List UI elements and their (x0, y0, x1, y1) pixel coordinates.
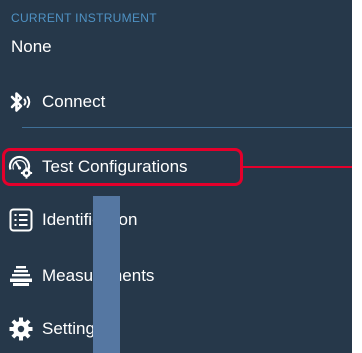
menu-divider (22, 127, 352, 128)
menu-item-connect[interactable]: Connect (0, 82, 352, 122)
scale-icon (10, 266, 32, 286)
overlay-occluder (93, 196, 120, 353)
current-instrument-panel: CURRENT INSTRUMENT None (0, 0, 352, 78)
menu-label-connect: Connect (42, 92, 106, 111)
menu-item-identification[interactable]: Identification (0, 200, 352, 240)
menu-label-identification: Identification (42, 210, 138, 229)
highlight-annotation-line (243, 166, 352, 168)
current-instrument-caption: CURRENT INSTRUMENT (11, 11, 157, 25)
gear-icon (9, 317, 33, 341)
menu-item-settings[interactable]: Settings (0, 309, 352, 349)
navigation-sidebar: CURRENT INSTRUMENT None Connect Test Con… (0, 0, 352, 353)
current-instrument-value: None (11, 37, 52, 56)
bluetooth-icon (10, 92, 31, 112)
menu-item-measurements[interactable]: Measurements (0, 256, 352, 296)
list-icon (9, 208, 33, 232)
highlight-annotation-box (2, 148, 243, 186)
content-area-edge (352, 0, 362, 353)
